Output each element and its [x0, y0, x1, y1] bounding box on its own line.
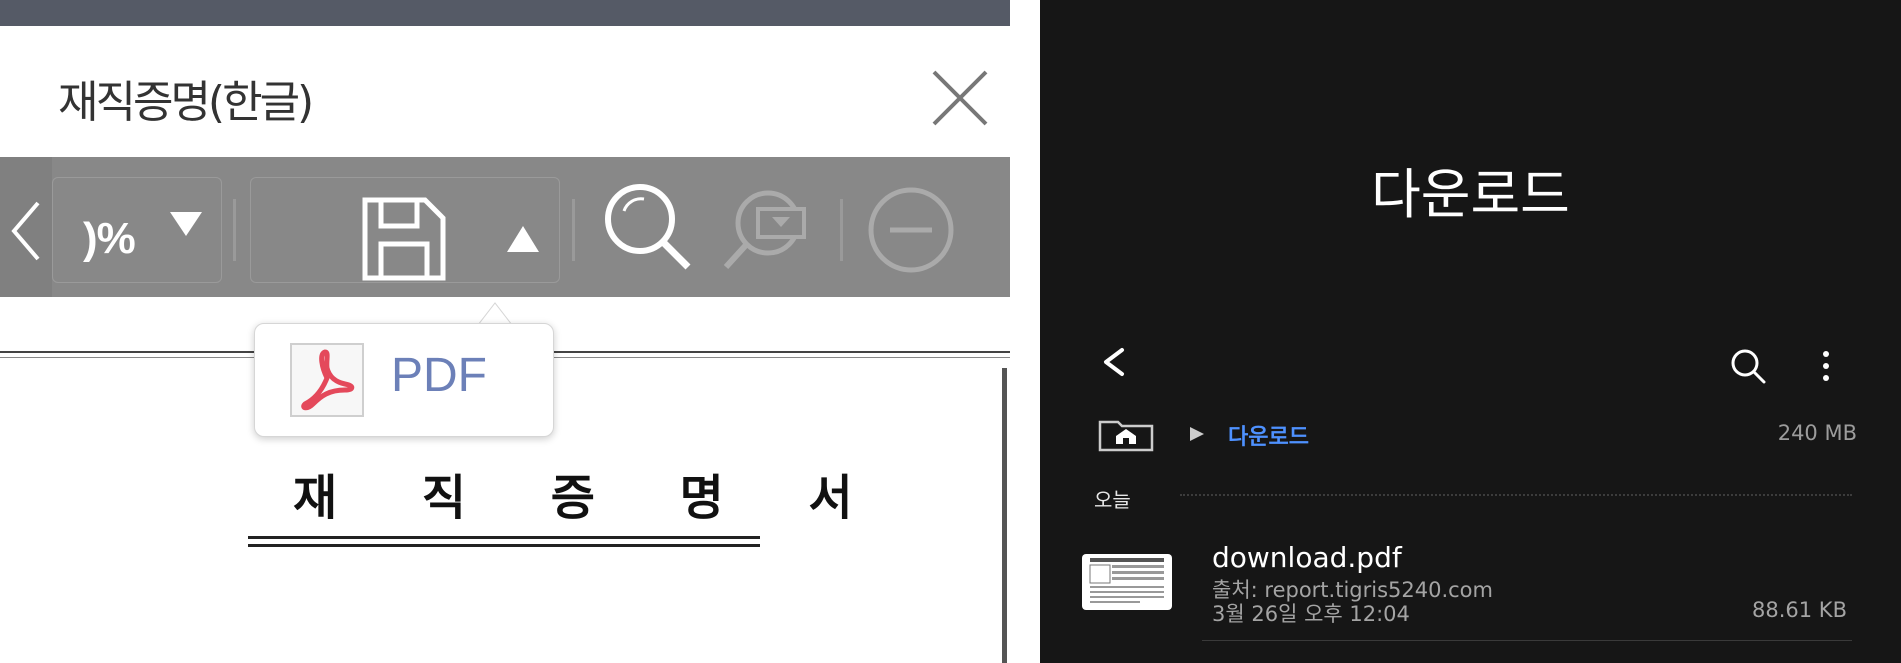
- minus-circle-icon: [868, 187, 954, 273]
- export-menu-item-label: PDF: [391, 349, 487, 402]
- document-page-edge: [1002, 368, 1007, 663]
- viewer-toolbar: )%: [0, 157, 1010, 297]
- toolbar-prev-button[interactable]: [0, 157, 52, 297]
- file-date: 3월 26일 오후 12:04: [1212, 602, 1410, 626]
- heading-underline: [248, 536, 760, 539]
- heading-underline: [248, 544, 760, 547]
- document-thumbnail-icon: [1089, 558, 1164, 603]
- toolbar-separator: [840, 199, 843, 261]
- home-folder-icon: [1098, 420, 1154, 452]
- caret-right-icon: [1190, 427, 1204, 441]
- floppy-disk-icon: [362, 197, 446, 281]
- chevron-left-icon: [1104, 348, 1124, 376]
- chevron-left-icon: [11, 201, 40, 261]
- storage-used: 240 MB: [1777, 421, 1857, 445]
- close-icon: [932, 70, 988, 126]
- section-divider: [1180, 494, 1852, 496]
- home-folder-button[interactable]: [1096, 414, 1156, 454]
- search-button[interactable]: [1726, 344, 1770, 388]
- chevron-up-icon: [507, 226, 539, 252]
- more-options-button[interactable]: [1818, 346, 1834, 386]
- panel-gap: [1010, 0, 1040, 663]
- search-icon: [1731, 349, 1766, 384]
- document-viewer-window: 재직증명(한글) )% PDF 재 직 증 명 서: [0, 0, 1010, 663]
- window-top-bar: [0, 0, 1010, 26]
- zoom-select[interactable]: )%: [52, 177, 222, 283]
- zoom-value: )%: [83, 214, 136, 263]
- breadcrumb-current[interactable]: 다운로드: [1228, 419, 1309, 451]
- downloads-screen: 다운로드 다운로드 240 MB 오늘 download.pdf 출처: rep…: [1040, 0, 1901, 663]
- export-menu: PDF: [254, 323, 554, 437]
- back-button[interactable]: [1094, 342, 1134, 382]
- find-in-document-icon: [723, 190, 806, 270]
- file-name: download.pdf: [1212, 541, 1402, 574]
- chevron-down-icon: [170, 212, 202, 236]
- document-heading: 재 직 증 명 서: [293, 470, 887, 526]
- pdf-icon: [290, 343, 364, 417]
- window-title: 재직증명(한글): [58, 77, 314, 128]
- toolbar-separator: [572, 199, 575, 261]
- find-in-document-button[interactable]: [720, 179, 816, 275]
- save-button[interactable]: [250, 177, 560, 283]
- close-button[interactable]: [928, 66, 992, 130]
- page-title: 다운로드: [1371, 163, 1570, 226]
- more-vertical-icon: [1823, 351, 1829, 381]
- zoom-out-button[interactable]: [866, 185, 956, 275]
- section-label: 오늘: [1094, 488, 1131, 512]
- file-size: 88.61 KB: [1752, 598, 1847, 622]
- file-thumbnail: [1082, 554, 1172, 610]
- magnifier-icon: [605, 184, 691, 270]
- toolbar-separator: [233, 199, 236, 261]
- search-button[interactable]: [600, 179, 696, 275]
- list-divider: [1202, 640, 1852, 641]
- popup-caret: [478, 302, 512, 325]
